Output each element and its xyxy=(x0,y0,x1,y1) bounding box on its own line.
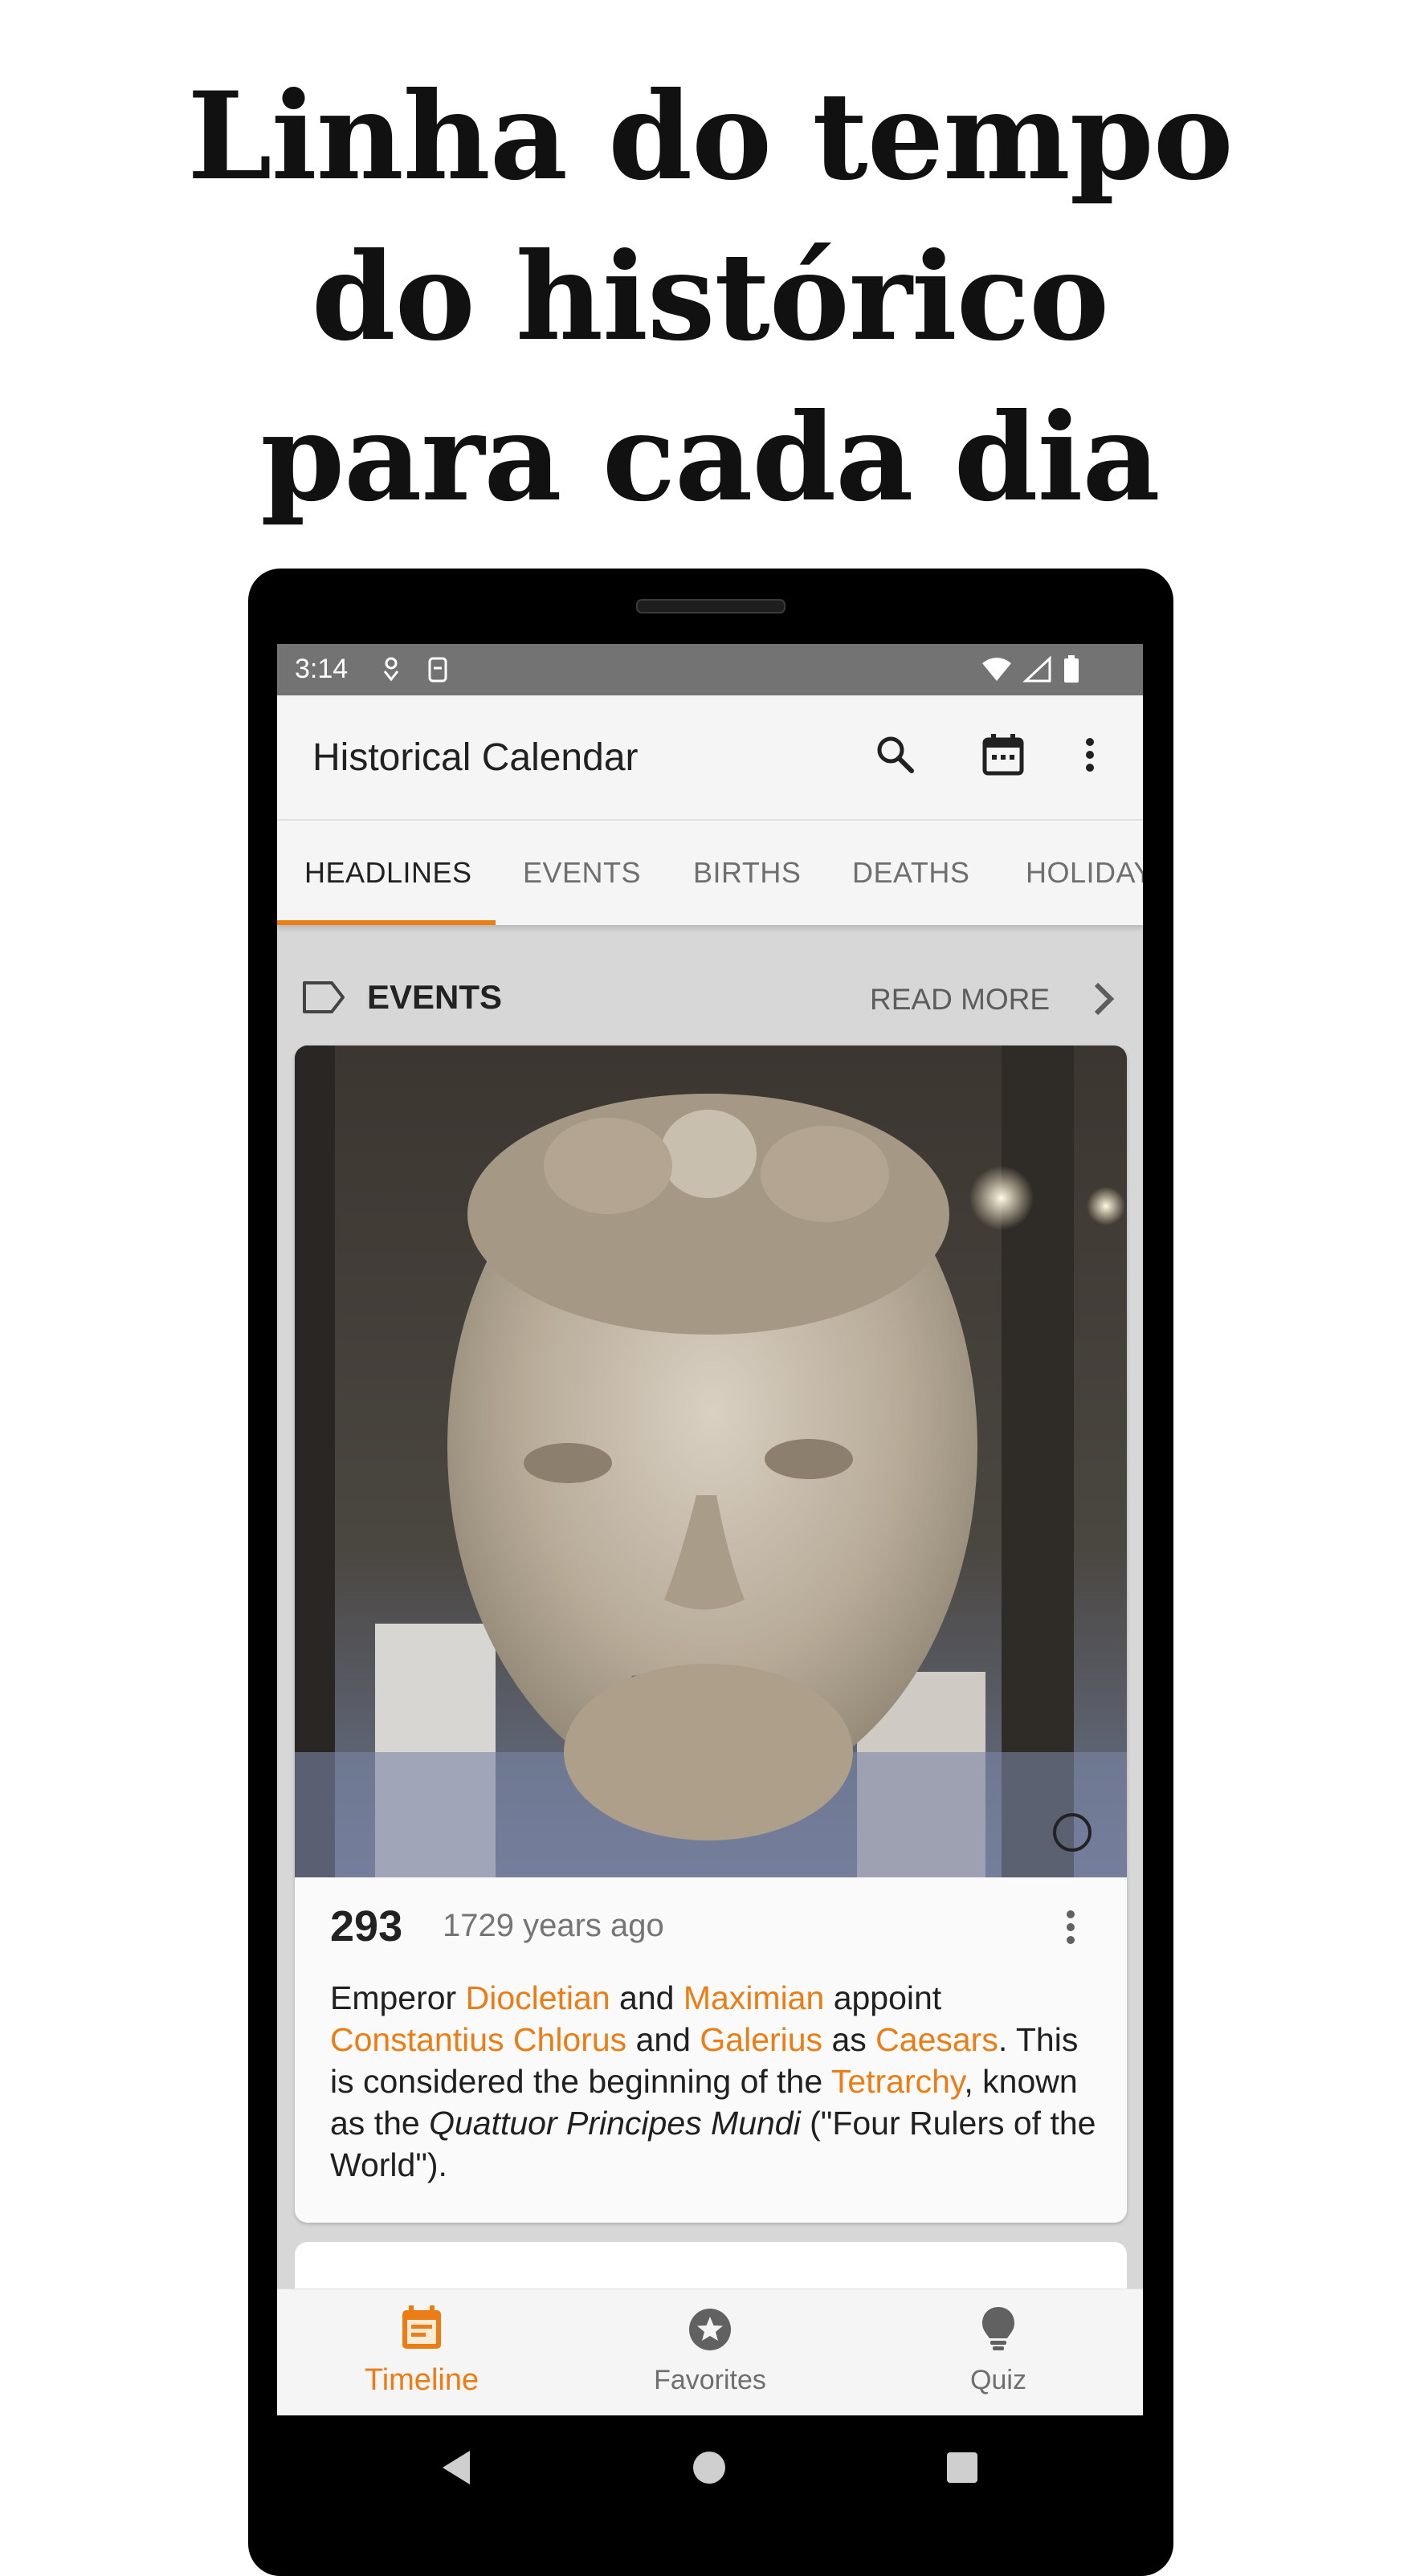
section-title: EVENTS xyxy=(367,978,503,1016)
tab-births[interactable]: BIRTHS xyxy=(693,856,801,890)
tab-deaths[interactable]: DEATHS xyxy=(852,856,969,890)
link-diocletian[interactable]: Diocletian xyxy=(466,1979,610,2016)
nav-timeline[interactable]: Timeline xyxy=(277,2289,566,2415)
nav-timeline-label: Timeline xyxy=(364,2363,479,2397)
event-year: 293 xyxy=(330,1902,403,1950)
star-icon xyxy=(689,2309,731,2350)
link-galerius[interactable]: Galerius xyxy=(700,2021,822,2058)
event-description: Emperor Diocletian and Maximian appoint … xyxy=(330,1979,1096,2183)
link-maximian[interactable]: Maximian xyxy=(683,1979,824,2016)
promo-line-2: do histórico xyxy=(311,226,1109,368)
home-icon[interactable] xyxy=(692,2450,727,2485)
notification-download-icon xyxy=(383,657,399,682)
notification-sim-icon xyxy=(428,657,447,683)
promo-line-3: para cada dia xyxy=(260,387,1160,528)
system-navigation-bar xyxy=(248,2415,1173,2521)
app-bar: Historical Calendar xyxy=(277,695,1143,821)
event-years-ago: 1729 years ago xyxy=(443,1908,664,1943)
search-icon[interactable] xyxy=(873,732,918,777)
card-more-vert-icon[interactable] xyxy=(1063,1905,1079,1950)
nav-quiz-label: Quiz xyxy=(970,2365,1026,2395)
italic-phrase: Quattuor Principes Mundi xyxy=(429,2105,801,2142)
tab-holidays[interactable]: HOLIDAYS xyxy=(1026,856,1143,890)
nav-quiz[interactable]: Quiz xyxy=(854,2289,1143,2415)
calendar-icon xyxy=(402,2305,441,2349)
tab-bar: HEADLINES EVENTS BIRTHS DEATHS HOLIDAYS xyxy=(277,821,1143,925)
promo-line-1: Linha do tempo xyxy=(187,66,1234,207)
signal-icon xyxy=(1022,655,1051,683)
tab-headlines[interactable]: HEADLINES xyxy=(304,856,472,890)
app-screen: 3:14 Historical Calendar HEADLINES EVENT… xyxy=(277,644,1143,2415)
phone-speaker xyxy=(636,599,785,613)
label-tag-icon xyxy=(303,981,345,1013)
wifi-icon xyxy=(982,658,1011,681)
status-bar: 3:14 xyxy=(277,644,1143,695)
link-tetrarchy[interactable]: Tetrarchy xyxy=(831,2063,965,2100)
bottom-navigation: Timeline Favorites Quiz xyxy=(277,2289,1143,2415)
tab-events[interactable]: EVENTS xyxy=(523,856,641,890)
promo-headline: Linha do tempo do histórico para cada di… xyxy=(0,56,1420,538)
status-time: 3:14 xyxy=(295,654,349,684)
back-icon[interactable] xyxy=(438,2448,473,2488)
lightbulb-icon xyxy=(982,2307,1014,2350)
nav-favorites-label: Favorites xyxy=(654,2365,766,2395)
link-constantius-chlorus[interactable]: Constantius Chlorus xyxy=(330,2021,626,2058)
app-title: Historical Calendar xyxy=(312,736,639,779)
event-photo xyxy=(295,1045,1127,1877)
more-vert-icon[interactable] xyxy=(1082,732,1098,777)
read-more-link[interactable]: READ MORE xyxy=(870,983,1050,1017)
nav-favorites[interactable]: Favorites xyxy=(565,2289,855,2415)
active-tab-indicator xyxy=(277,920,496,925)
calendar-icon[interactable] xyxy=(981,732,1026,777)
battery-icon xyxy=(1064,655,1079,683)
recents-icon[interactable] xyxy=(945,2451,979,2484)
link-caesars[interactable]: Caesars xyxy=(875,2021,998,2058)
event-card[interactable]: 293 1729 years ago Emperor Diocletian an… xyxy=(295,1045,1127,2223)
chevron-right-icon[interactable] xyxy=(1092,981,1116,1017)
section-header: EVENTS READ MORE xyxy=(301,973,1120,1021)
